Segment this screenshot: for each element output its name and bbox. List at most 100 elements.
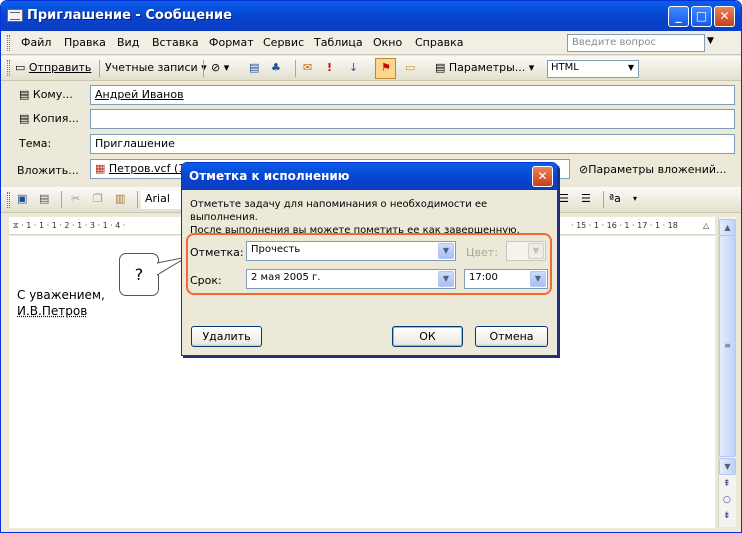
toolbar-options-icon[interactable]: ▾ [633, 191, 637, 208]
flag-value: Прочесть [251, 244, 301, 255]
cc-button[interactable]: ▤ Копия... [19, 112, 79, 125]
print-icon[interactable]: ▤ [39, 191, 49, 208]
cc-field[interactable] [90, 109, 735, 129]
menu-format[interactable]: Формат [209, 36, 254, 49]
toolbar-separator [137, 191, 138, 208]
scroll-down-icon[interactable]: ▼ [719, 458, 736, 475]
signature-line-2: И.В.Петров [17, 304, 88, 318]
accounts-label: Учетные записи [105, 61, 198, 74]
toolbar-separator [295, 60, 296, 77]
send-label: Отправить [28, 61, 92, 74]
to-button[interactable]: ▤ Кому... [19, 88, 73, 101]
toolbar-grip [7, 60, 10, 76]
address-book-icon[interactable]: ▤ [249, 60, 259, 77]
options-label: Параметры... [448, 61, 526, 74]
message-icon [7, 9, 23, 22]
attach-options-button[interactable]: ⊘Параметры вложений... [579, 163, 727, 176]
ruler-right-ticks: · 15 · 1 · 16 · 1 · 17 · 1 · 18 [571, 221, 678, 230]
paste-icon[interactable]: ▥ [115, 191, 125, 208]
ruler-marker-icon[interactable]: ⧖ [13, 221, 19, 230]
format-value: HTML [551, 62, 579, 73]
vcard-icon: ▦ [95, 162, 109, 175]
vertical-scrollbar[interactable]: ▲ ≡ ▼ ⇞ ○ ⇟ [718, 217, 736, 527]
flag-icon: ⚑ [381, 61, 391, 74]
follow-up-flag-button[interactable]: ⚑ [375, 58, 396, 79]
attach-options-icon: ⊘ [579, 163, 589, 176]
toolbar-separator [99, 60, 100, 77]
due-time-select[interactable]: 17:00 ▼ [464, 269, 548, 289]
scroll-thumb[interactable]: ≡ [719, 235, 736, 457]
bullets-icon[interactable]: ☰ [581, 191, 591, 208]
menu-insert[interactable]: Вставка [152, 36, 199, 49]
style-icon[interactable]: ªa [609, 191, 621, 208]
next-page-icon[interactable]: ⇟ [723, 511, 731, 521]
permissions-icon[interactable]: ▭ [405, 60, 415, 77]
signature-icon[interactable]: ✉ [303, 60, 312, 77]
font-select[interactable]: Arial [141, 190, 183, 209]
format-select[interactable]: HTML ▼ [547, 60, 639, 78]
dialog-close-button[interactable]: ✕ [532, 166, 553, 187]
ruler-left-ticks: · 1 · 1 · 1 · 2 · 1 · 3 · 1 · 4 · [21, 221, 126, 230]
accounts-button[interactable]: Учетные записи ▾ [105, 60, 207, 77]
menu-window[interactable]: Окно [373, 36, 402, 49]
cc-label: Копия... [32, 112, 79, 125]
cut-icon[interactable]: ✂ [71, 191, 80, 208]
due-date-dropdown-icon: ▼ [438, 271, 454, 287]
message-window: Приглашение - Сообщение _ □ ✕ Файл Правк… [0, 0, 742, 533]
save-icon[interactable]: ▣ [17, 191, 27, 208]
attachment-name[interactable]: Петров.vcf (1 [109, 162, 185, 175]
menu-file[interactable]: Файл [21, 36, 51, 49]
minimize-button[interactable]: _ [668, 6, 689, 27]
format-dropdown-icon: ▼ [627, 63, 634, 72]
maximize-button[interactable]: □ [691, 6, 712, 27]
ask-question-input[interactable]: Введите вопрос [567, 34, 705, 52]
menu-grip [7, 35, 10, 51]
flag-select[interactable]: Прочесть ▼ [246, 241, 456, 261]
menu-tools[interactable]: Сервис [263, 36, 304, 49]
right-indent-icon[interactable]: △ [703, 217, 709, 234]
close-button[interactable]: ✕ [714, 6, 735, 27]
to-field[interactable]: Андрей Иванов [90, 85, 735, 105]
send-button[interactable]: ▭ Отправить [15, 60, 91, 77]
recipient-name[interactable]: Андрей Иванов [95, 88, 184, 101]
color-dropdown-icon: ▼ [528, 243, 544, 259]
toolbar-separator [603, 191, 604, 208]
scroll-up-icon[interactable]: ▲ [719, 219, 736, 236]
flag-dropdown-icon: ▼ [438, 243, 454, 259]
ask-dropdown-icon[interactable]: ▼ [707, 36, 714, 46]
options-button[interactable]: ▤ Параметры... ▾ [435, 60, 534, 77]
menu-help[interactable]: Справка [415, 36, 463, 49]
delete-button[interactable]: Удалить [191, 326, 262, 347]
numbering-icon[interactable]: ☰ [559, 191, 569, 208]
flag-label: Отметка: [190, 246, 244, 259]
subject-field[interactable]: Приглашение [90, 134, 735, 154]
low-importance-icon[interactable]: ↓ [349, 60, 358, 77]
color-label: Цвет: [466, 246, 498, 259]
to-label: Кому... [32, 88, 73, 101]
signature: С уважением, И.В.Петров [17, 287, 105, 319]
prev-page-icon[interactable]: ⇞ [723, 479, 731, 489]
menu-table[interactable]: Таблица [314, 36, 363, 49]
due-label: Срок: [190, 274, 222, 287]
attach-label: Вложить... [17, 164, 79, 177]
check-names-icon[interactable]: ♣ [271, 60, 281, 77]
due-time-dropdown-icon: ▼ [530, 271, 546, 287]
ok-button[interactable]: ОК [392, 326, 463, 347]
attach-icon[interactable]: ⊘ ▾ [211, 60, 229, 77]
menu-edit[interactable]: Правка [64, 36, 106, 49]
high-importance-icon[interactable]: ! [327, 60, 332, 77]
toolbar-separator [61, 191, 62, 208]
subject-label: Тема: [19, 137, 52, 150]
due-date-select[interactable]: 2 мая 2005 г. ▼ [246, 269, 456, 289]
dialog-title: Отметка к исполнению [189, 169, 350, 183]
copy-icon[interactable]: ❐ [93, 191, 103, 208]
browse-object-icon[interactable]: ○ [723, 495, 731, 505]
cancel-button[interactable]: Отмена [475, 326, 548, 347]
toolbar-separator [203, 60, 204, 77]
menu-view[interactable]: Вид [117, 36, 139, 49]
flag-for-follow-up-dialog: Отметка к исполнению ✕ Отметьте задачу д… [181, 162, 558, 356]
signature-line-1: С уважением, [17, 288, 105, 302]
dialog-description: Отметьте задачу для напоминания о необхо… [190, 198, 552, 237]
window-title: Приглашение - Сообщение [27, 8, 232, 23]
dialog-description-line-1: Отметьте задачу для напоминания о необхо… [190, 199, 488, 223]
